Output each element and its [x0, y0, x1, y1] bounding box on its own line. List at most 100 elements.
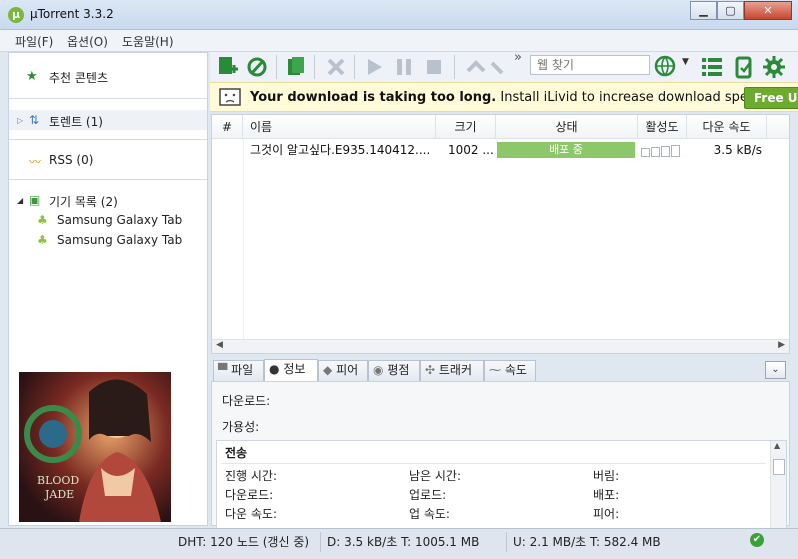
tab-info[interactable]: ● 정보: [264, 359, 318, 381]
peers-label: 피어:: [593, 507, 620, 521]
scroll-left-icon[interactable]: ◀: [216, 340, 223, 350]
column-header-number[interactable]: #: [212, 115, 243, 139]
download-status: D: 3.5 kB/초 T: 1005.1 MB: [320, 532, 506, 552]
torrent-size: 1002 ...: [448, 143, 494, 157]
sidebar-item-torrents[interactable]: ▷ ⇅ 토렌트 (1): [9, 110, 207, 130]
tab-trackers[interactable]: ✣ 트래커: [420, 360, 484, 381]
sidebar-item-label: Samsung Galaxy Tab: [57, 213, 183, 227]
activity-meter: [641, 145, 685, 157]
elapsed-time-label: 진행 시간:: [225, 469, 278, 483]
scroll-up-icon[interactable]: ▲: [774, 441, 780, 450]
uploaded-label: 업로드:: [409, 488, 447, 502]
minimize-button[interactable]: ▁: [690, 1, 717, 20]
sidebar-ad-image[interactable]: BLOOD JADE: [19, 372, 171, 522]
up-speed-label: 업 속도:: [409, 507, 450, 521]
add-torrent-icon[interactable]: [216, 55, 240, 79]
column-header-status[interactable]: 상태: [496, 115, 638, 139]
horizontal-scrollbar[interactable]: ◀ ▶: [212, 339, 789, 353]
expand-arrow-icon[interactable]: ▷: [17, 116, 23, 125]
remaining-time-label: 남은 시간:: [409, 469, 462, 483]
folder-icon: ▀: [218, 363, 228, 377]
upload-status: U: 2.1 MB/초 T: 582.4 MB: [506, 532, 742, 552]
downloaded-label: 다운로드:: [225, 488, 274, 502]
sidebar-item-device[interactable]: ♣ Samsung Galaxy Tab: [9, 230, 207, 250]
stop-icon[interactable]: [422, 55, 446, 79]
menu-file[interactable]: 파일(F): [15, 33, 53, 50]
wasted-label: 버림:: [593, 469, 620, 483]
status-progress-bar: 배포 중: [497, 142, 635, 158]
scroll-right-icon[interactable]: ▶: [778, 340, 785, 350]
divider: [221, 463, 766, 464]
remove-icon[interactable]: [324, 55, 348, 79]
status-bar: DHT: 120 노드 (갱신 중) D: 3.5 kB/초 T: 1005.1…: [0, 528, 798, 559]
rss-icon: 〰: [29, 155, 42, 169]
ad-banner[interactable]: Your download is taking too long. Instal…: [210, 82, 798, 112]
settings-gear-icon[interactable]: [762, 55, 786, 79]
create-torrent-icon[interactable]: [284, 55, 308, 79]
star-icon: ★: [26, 69, 38, 84]
column-header-name[interactable]: 이름: [243, 115, 436, 139]
menu-help[interactable]: 도움말(H): [122, 33, 174, 50]
sad-computer-icon: [219, 88, 241, 106]
network-ok-icon[interactable]: ✔: [750, 533, 764, 547]
column-header-down-speed[interactable]: 다운 속도: [687, 115, 767, 139]
collapse-pane-button[interactable]: ⌄: [765, 361, 786, 379]
column-header-size[interactable]: 크기: [436, 115, 496, 139]
scroll-thumb[interactable]: [773, 459, 785, 475]
divider: [276, 55, 277, 79]
sidebar-item-featured[interactable]: ★ 추천 콘텐츠: [9, 66, 207, 86]
trackers-icon: ✣: [425, 363, 436, 377]
android-icon: ♣: [37, 213, 48, 227]
sidebar-item-label: 토렌트 (1): [49, 115, 103, 129]
info-icon: ●: [269, 362, 280, 376]
menu-options[interactable]: 옵션(O): [67, 33, 108, 50]
divider: [354, 55, 355, 79]
divider: [454, 55, 455, 79]
maximize-button[interactable]: ▢: [717, 1, 744, 20]
banner-headline: Your download is taking too long.: [250, 90, 497, 105]
sidebar-item-label: Samsung Galaxy Tab: [57, 233, 183, 247]
detail-tabs: ▀ 파일 ● 정보 ◆ 피어 ◉ 평점 ✣ 트래커 ⁓ 속도 ⌄: [211, 359, 790, 381]
info-pane: 다운로드: 가용성: 전송 진행 시간: 남은 시간: 버림: 다운로드: 업로…: [211, 381, 790, 530]
utorrent-logo-icon: µ: [8, 7, 24, 23]
pause-icon[interactable]: [392, 55, 416, 79]
tab-ratings[interactable]: ◉ 평점: [368, 360, 420, 381]
close-button[interactable]: ✕: [744, 1, 792, 20]
torrent-name: 그것이 알고싶다.E935.140412....: [250, 143, 431, 157]
transfer-header: 전송: [225, 446, 248, 460]
remote-device-icon[interactable]: [732, 55, 756, 79]
speed-graph-icon: ⁓: [489, 363, 501, 377]
sidebar-item-devices[interactable]: ◢ ▣ 기기 목록 (2): [9, 190, 207, 210]
title-bar: µ µTorrent 3.3.2 ▁ ▢ ✕: [0, 0, 798, 30]
sidebar: ★ 추천 콘텐츠 ▷ ⇅ 토렌트 (1) 〰 RSS (0) ◢ ▣ 기기 목록…: [8, 52, 208, 526]
move-up-icon[interactable]: [464, 55, 488, 79]
column-header-activity[interactable]: 활성도: [638, 115, 687, 139]
tab-label: 파일: [231, 363, 254, 377]
banner-text: Your download is taking too long. Instal…: [250, 90, 768, 105]
move-down-icon[interactable]: [490, 55, 504, 79]
sidebar-item-label: RSS (0): [49, 153, 94, 167]
sidebar-item-device[interactable]: ♣ Samsung Galaxy Tab: [9, 210, 207, 230]
down-speed-label: 다운 속도:: [225, 507, 278, 521]
tab-label: 속도: [504, 363, 527, 377]
android-icon: ♣: [37, 233, 48, 247]
tab-label: 평점: [387, 363, 410, 377]
globe-search-icon[interactable]: [654, 55, 678, 79]
divider: [9, 139, 207, 140]
add-url-icon[interactable]: [246, 55, 270, 79]
tab-peers[interactable]: ◆ 피어: [318, 360, 368, 381]
list-view-icon[interactable]: [700, 55, 724, 79]
tab-speed[interactable]: ⁓ 속도: [484, 360, 536, 381]
vertical-scrollbar[interactable]: ▲: [770, 441, 786, 529]
start-icon[interactable]: [362, 55, 386, 79]
menu-bar: 파일(F) 옵션(O) 도움말(H): [0, 30, 798, 52]
collapse-arrow-icon[interactable]: ◢: [17, 196, 23, 205]
toolbar-overflow-icon[interactable]: »: [514, 50, 522, 65]
column-rule: [243, 139, 244, 353]
table-row[interactable]: 그것이 알고싶다.E935.140412.... 1002 ... 배포 중 3…: [212, 140, 789, 160]
free-upgrade-button[interactable]: Free U: [744, 87, 798, 109]
tab-files[interactable]: ▀ 파일: [213, 360, 264, 381]
search-input[interactable]: [530, 55, 650, 75]
sidebar-item-rss[interactable]: 〰 RSS (0): [9, 150, 207, 170]
chevron-down-icon[interactable]: ▼: [682, 57, 689, 67]
